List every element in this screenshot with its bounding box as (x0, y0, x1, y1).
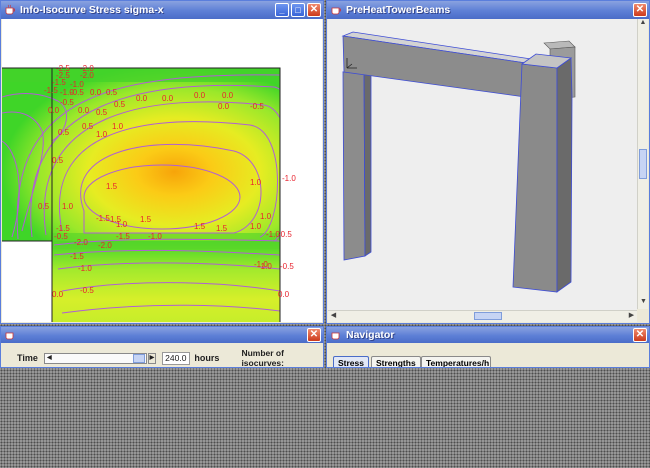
isocurve-value-label: -0.5 (54, 232, 68, 241)
isocurve-value-label: -2.0 (74, 238, 88, 247)
time-slider[interactable]: ◀ (43, 352, 147, 364)
maximize-button[interactable]: □ (291, 3, 305, 17)
tower-beams-model[interactable] (328, 19, 637, 310)
isocurve-value-label: 0.5 (38, 202, 50, 211)
preheat-window-title: PreHeatTowerBeams (346, 4, 451, 16)
isocurve-value-label: 1.0 (116, 220, 128, 229)
preheat-titlebar[interactable]: PreHeatTowerBeams ✕ (327, 1, 649, 19)
navigator-window: Navigator ✕ Stress Strengths Temperature… (326, 326, 650, 368)
isocurve-value-label: -0.5 (278, 230, 292, 239)
isocurve-value-label: -0.5 (280, 262, 294, 271)
isocurves-count-label: Number of isocurves: (241, 348, 284, 368)
slider-right-arrow[interactable]: ▶ (147, 352, 157, 364)
isocurve-value-label: 1.0 (260, 212, 272, 221)
isocurve-value-label: -1.5 (44, 86, 58, 95)
left-column (342, 69, 366, 261)
isocurve-titlebar[interactable]: Info-Isocurve Stress sigma-x _ □ ✕ (1, 1, 323, 19)
java-coffee-icon (3, 3, 17, 17)
isocurve-value-label: -1.0 (282, 174, 296, 183)
isocurve-value-label: 0.0 (136, 94, 148, 103)
time-panel-window: ✕ Time ◀ ▶ 240.0 hours Number of isocurv… (0, 326, 324, 368)
isocurve-value-label: 0.0 (278, 290, 290, 299)
isocurve-value-label: -0.5 (80, 286, 94, 295)
isocurve-value-label: 1.0 (96, 130, 108, 139)
isocurve-value-label: 0.0 (78, 106, 90, 115)
close-button[interactable]: ✕ (633, 3, 647, 17)
isocurve-window: Info-Isocurve Stress sigma-x _ □ ✕ -2.5 … (0, 0, 324, 324)
preheat-3d-view[interactable] (328, 19, 637, 310)
time-unit: hours (194, 353, 220, 363)
isocurve-value-label: -0.5 (60, 98, 74, 107)
isocurve-value-label: 0.0 (90, 88, 102, 97)
isocurve-value-label: 1.0 (250, 222, 262, 231)
tab-temperatures[interactable]: Temperatures/h (421, 356, 491, 367)
isocurve-value-label: 1.0 (250, 178, 262, 187)
slider-thumb[interactable] (132, 353, 145, 363)
isocurve-value-label: 0.0 (162, 94, 174, 103)
isocurve-plot[interactable]: -2.5 -2.0-2.5 -2.0-1.5 -1.0-1.5 -1.0-0.5 0.0 0… (2, 19, 322, 322)
time-value-field[interactable]: 240.0 (162, 351, 191, 365)
isocurve-value-label: 0.5 (52, 156, 64, 165)
slider-left-arrow[interactable]: ◀ (45, 354, 54, 363)
isocurve-value-label: -1.5 (96, 214, 110, 223)
isocurve-value-label: 1.0 (112, 122, 124, 131)
tab-stress[interactable]: Stress (333, 356, 369, 367)
scroll-left-arrow[interactable]: ◀ (328, 311, 339, 322)
isocurve-value-label: 0.0 (222, 91, 234, 100)
isocurve-value-label: -1.0 (258, 262, 272, 271)
navigator-tab-strip: Stress Strengths Temperatures/h (327, 343, 649, 367)
isocurve-value-label: 0.0 (218, 102, 230, 111)
isocurve-value-label: 1.5 (106, 182, 118, 191)
isocurve-value-label: 1.5 (194, 222, 206, 231)
isocurve-value-label: 0.0 (194, 91, 206, 100)
isocurve-value-label: -2.0 (98, 241, 112, 250)
java-coffee-icon (3, 328, 17, 342)
isocurve-value-label: -1.0 (78, 264, 92, 273)
isocurve-value-label: 1.5 (216, 224, 228, 233)
isocurve-value-label: -1.5 (116, 232, 130, 241)
scroll-right-arrow[interactable]: ▶ (626, 311, 637, 322)
close-button[interactable]: ✕ (307, 3, 321, 17)
tab-strengths[interactable]: Strengths (371, 356, 421, 367)
isocurve-value-label: -0.5 (250, 102, 264, 111)
isocurve-value-label: -2.0 (80, 71, 94, 80)
horizontal-scrollbar[interactable]: ◀ ▶ (328, 310, 637, 322)
time-label: Time (17, 353, 38, 363)
isocurve-value-label: 1.5 (140, 215, 152, 224)
isocurve-window-title: Info-Isocurve Stress sigma-x (20, 4, 164, 16)
isocurve-value-label: 0.5 (96, 108, 108, 117)
isocurve-value-label: -0.5 (70, 88, 84, 97)
isocurve-value-label: -1.0 (148, 232, 162, 241)
isocurve-value-label: 0.5 (58, 128, 70, 137)
isocurve-canvas-area: -2.5 -2.0 -2.5 -2.0 -1.5 -1.0 -1.5 -1.0 -0.5 0.0 0… (2, 19, 322, 322)
isocurve-value-label: -1.5 (70, 252, 84, 261)
java-coffee-icon (329, 328, 343, 342)
close-button[interactable]: ✕ (633, 328, 647, 342)
scroll-up-arrow[interactable]: ▲ (638, 19, 648, 30)
isocurve-value-label: 0.0 (52, 290, 64, 299)
scroll-thumb[interactable] (639, 149, 647, 179)
scroll-down-arrow[interactable]: ▼ (638, 298, 649, 309)
time-panel-titlebar[interactable]: ✕ (1, 327, 323, 343)
java-coffee-icon (329, 3, 343, 17)
minimize-button[interactable]: _ (275, 3, 289, 17)
isocurve-value-label: 0.5 (106, 88, 118, 97)
vertical-scrollbar[interactable]: ▲ ▼ (637, 19, 648, 309)
close-button[interactable]: ✕ (307, 328, 321, 342)
isocurve-value-label: 0.5 (82, 122, 94, 131)
isocurve-value-label: 0.5 (114, 100, 126, 109)
isocurve-value-label: 1.0 (62, 202, 74, 211)
h-scroll-thumb[interactable] (474, 312, 502, 320)
preheat-window: PreHeatTowerBeams ✕ ▲ ▼ ◀ ▶ (326, 0, 650, 324)
time-controls: Time ◀ ▶ 240.0 hours Number of isocurves… (1, 348, 323, 368)
navigator-window-title: Navigator (346, 329, 395, 341)
isocurve-value-label: 0.0 (48, 106, 60, 115)
navigator-titlebar[interactable]: Navigator ✕ (327, 327, 649, 343)
right-column (512, 63, 558, 293)
